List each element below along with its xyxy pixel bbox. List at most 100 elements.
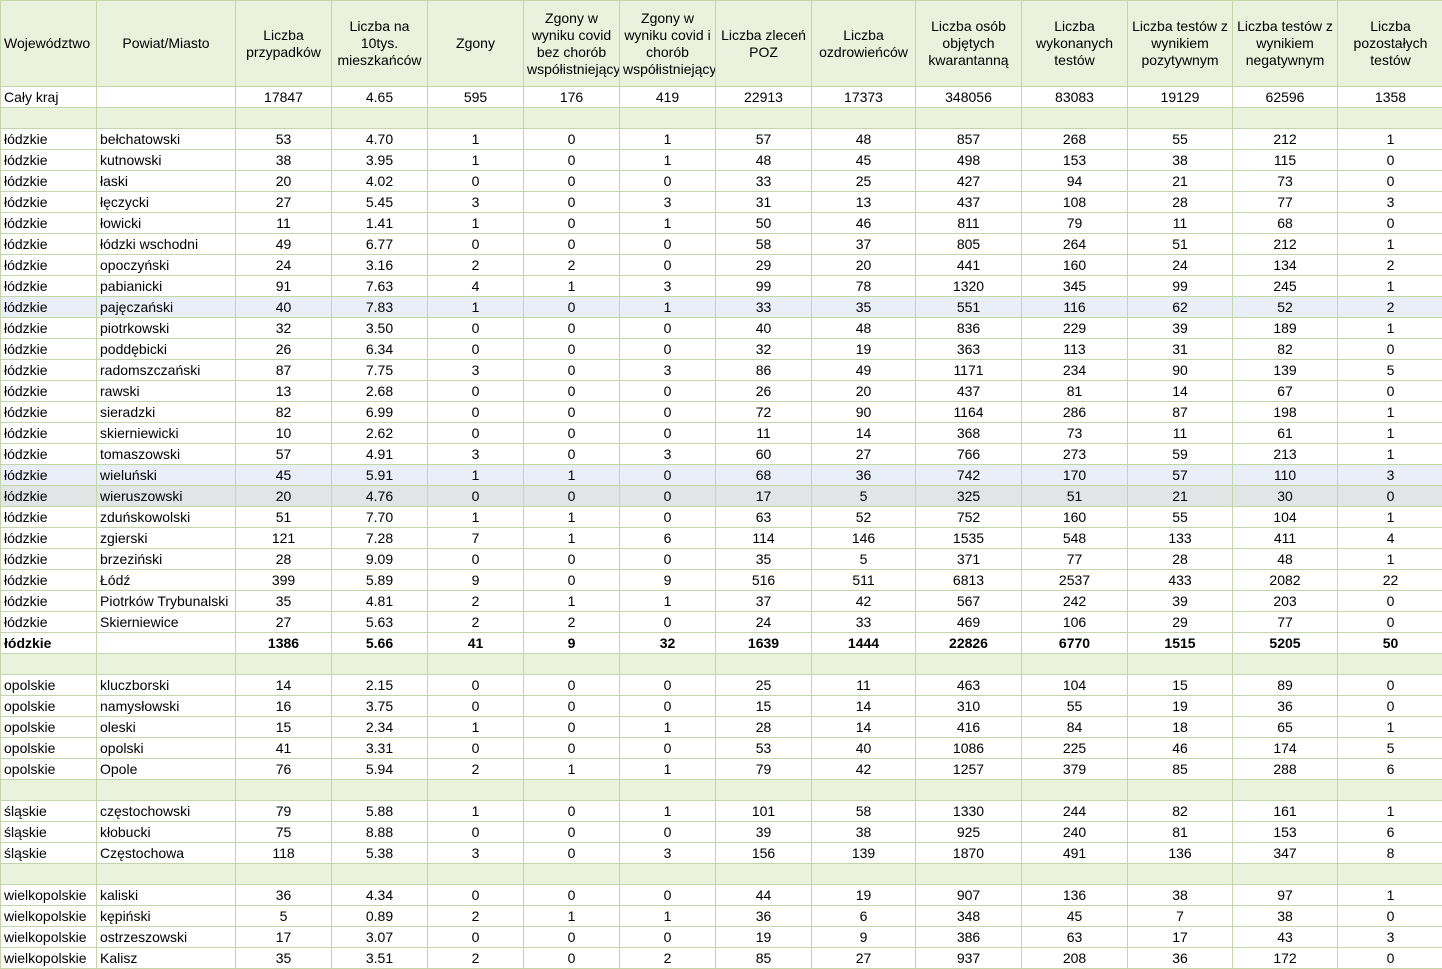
- value-cell: 441: [915, 254, 1022, 276]
- value-cell: 0: [523, 716, 620, 738]
- value-cell: 136: [1021, 884, 1128, 906]
- district-cell: radomszczański: [96, 359, 236, 381]
- value-cell: 433: [1127, 569, 1233, 591]
- table-row: śląskie Częstochowa 118 5.38 3 0 3 156 139 1870 49…: [0, 842, 1442, 864]
- value-cell: 0: [523, 884, 620, 906]
- value-cell: 35: [235, 590, 332, 612]
- value-cell: 0: [619, 884, 716, 906]
- value-cell: 0: [427, 338, 524, 360]
- value-cell: 0: [427, 485, 524, 507]
- district-cell: kluczborski: [96, 674, 236, 696]
- region-cell: Cały kraj: [0, 86, 97, 108]
- value-cell: 4.81: [331, 590, 428, 612]
- value-cell: 5: [811, 485, 916, 507]
- value-cell: 79: [715, 758, 812, 780]
- table-row: łódzkie kutnowski 38 3.95 1 0 1 48 45 498 153 38 115…: [0, 149, 1442, 171]
- value-cell: 48: [715, 149, 812, 171]
- value-cell: 14: [811, 716, 916, 738]
- value-cell: 229: [1021, 317, 1128, 339]
- region-cell: łódzkie: [0, 401, 97, 423]
- value-cell: 15: [715, 695, 812, 717]
- region-cell: wielkopolskie: [0, 926, 97, 948]
- value-cell: 79: [235, 800, 332, 822]
- value-cell: 87: [1127, 401, 1233, 423]
- value-cell: 1257: [915, 758, 1022, 780]
- spacer-cell: [619, 863, 716, 885]
- value-cell: 0: [427, 884, 524, 906]
- value-cell: 22826: [915, 632, 1022, 654]
- value-cell: 14: [811, 422, 916, 444]
- district-cell: kutnowski: [96, 149, 236, 171]
- value-cell: 1164: [915, 401, 1022, 423]
- value-cell: 42: [811, 758, 916, 780]
- value-cell: 5.66: [331, 632, 428, 654]
- table-row: opolskie oleski 15 2.34 1 0 1 28 14 416 84 18 65 1: [0, 716, 1442, 738]
- value-cell: 213: [1232, 443, 1338, 465]
- spacer-cell: [811, 779, 916, 801]
- value-cell: 1: [427, 800, 524, 822]
- value-cell: 160: [1021, 254, 1128, 276]
- value-cell: 20: [235, 170, 332, 192]
- spacer-cell: [1337, 107, 1442, 129]
- district-cell: [96, 632, 236, 654]
- value-cell: 38: [1127, 884, 1233, 906]
- value-cell: 90: [811, 401, 916, 423]
- value-cell: 19129: [1127, 86, 1233, 108]
- value-cell: 0: [427, 926, 524, 948]
- spacer-cell: [96, 779, 236, 801]
- table-row: opolskie namysłowski 16 3.75 0 0 0 15 14 310 55 19 3…: [0, 695, 1442, 717]
- value-cell: 83083: [1021, 86, 1128, 108]
- spacer-cell: [331, 107, 428, 129]
- value-cell: 548: [1021, 527, 1128, 549]
- district-cell: opoczyński: [96, 254, 236, 276]
- value-cell: 427: [915, 170, 1022, 192]
- value-cell: 85: [1127, 758, 1233, 780]
- region-cell: łódzkie: [0, 233, 97, 255]
- region-cell: łódzkie: [0, 443, 97, 465]
- value-cell: 5: [811, 548, 916, 570]
- value-cell: 5: [1337, 737, 1442, 759]
- value-cell: 36: [715, 905, 812, 927]
- district-cell: Kalisz: [96, 947, 236, 969]
- spacer-cell: [523, 779, 620, 801]
- value-cell: 937: [915, 947, 1022, 969]
- spacer-cell: [619, 107, 716, 129]
- value-cell: 50: [715, 212, 812, 234]
- value-cell: 242: [1021, 590, 1128, 612]
- value-cell: 5: [235, 905, 332, 927]
- value-cell: 2: [619, 947, 716, 969]
- value-cell: 75: [235, 821, 332, 843]
- value-cell: 17: [715, 485, 812, 507]
- value-cell: 240: [1021, 821, 1128, 843]
- value-cell: 49: [811, 359, 916, 381]
- district-cell: brzeziński: [96, 548, 236, 570]
- value-cell: 1870: [915, 842, 1022, 864]
- district-cell: kępiński: [96, 905, 236, 927]
- value-cell: 1330: [915, 800, 1022, 822]
- region-cell: opolskie: [0, 758, 97, 780]
- value-cell: 0: [523, 233, 620, 255]
- value-cell: 811: [915, 212, 1022, 234]
- table-row: łódzkie pajęczański 40 7.83 1 0 1 33 35 551 116 62 5…: [0, 296, 1442, 318]
- value-cell: 3: [427, 191, 524, 213]
- table-body: Cały kraj 17847 4.65 595 176 419 22913 17373 348…: [0, 86, 1442, 969]
- value-cell: 1: [1337, 716, 1442, 738]
- value-cell: 245: [1232, 275, 1338, 297]
- value-cell: 3: [1337, 191, 1442, 213]
- value-cell: 437: [915, 191, 1022, 213]
- region-cell: łódzkie: [0, 506, 97, 528]
- value-cell: 516: [715, 569, 812, 591]
- value-cell: 1: [523, 464, 620, 486]
- value-cell: 1: [427, 716, 524, 738]
- district-cell: kłobucki: [96, 821, 236, 843]
- region-cell: wielkopolskie: [0, 947, 97, 969]
- value-cell: 27: [811, 947, 916, 969]
- value-cell: 0: [427, 422, 524, 444]
- region-cell: opolskie: [0, 737, 97, 759]
- value-cell: 419: [619, 86, 716, 108]
- value-cell: 0: [1337, 590, 1442, 612]
- covid-statistics-table: Województwo Powiat/Miasto Liczba przypad…: [0, 0, 1442, 969]
- spacer-cell: [523, 653, 620, 675]
- value-cell: 51: [235, 506, 332, 528]
- table-row: łódzkie łódzki wschodni 49 6.77 0 0 0 58 37 805 26…: [0, 233, 1442, 255]
